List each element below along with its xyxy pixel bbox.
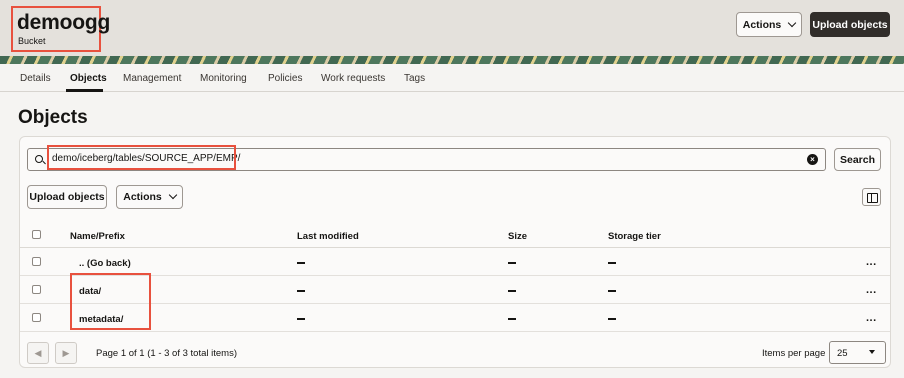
header-actions-button[interactable]: Actions: [736, 12, 802, 37]
more-actions-icon[interactable]: ...: [866, 284, 877, 296]
table-row[interactable]: .. (Go back) ...: [20, 248, 890, 276]
search-value-highlight: [47, 145, 236, 170]
header-upload-label: Upload objects: [812, 18, 888, 31]
chevron-right-icon: ▶: [62, 347, 70, 358]
active-tab-indicator: [66, 89, 103, 92]
header-decorative-band: [0, 56, 904, 64]
caret-down-icon: [869, 350, 875, 354]
chevron-down-icon: [788, 18, 797, 27]
row-last-modified: [297, 290, 305, 292]
upload-objects-label: Upload objects: [29, 191, 105, 203]
column-header-name[interactable]: Name/Prefix: [70, 231, 125, 242]
tab-management[interactable]: Management: [123, 73, 181, 84]
items-per-page-value[interactable]: 25: [837, 348, 848, 359]
select-all-checkbox[interactable]: [32, 230, 41, 239]
more-actions-icon[interactable]: ...: [866, 256, 877, 268]
tab-objects[interactable]: Objects: [70, 73, 107, 84]
chevron-down-icon: [168, 190, 177, 200]
row-last-modified: [297, 318, 305, 320]
row-last-modified: [297, 262, 305, 264]
tab-policies[interactable]: Policies: [268, 73, 302, 84]
row-checkbox[interactable]: [32, 313, 41, 322]
column-header-storage-tier[interactable]: Storage tier: [608, 231, 661, 242]
close-circle-icon[interactable]: ×: [807, 154, 818, 165]
more-actions-icon[interactable]: ...: [866, 312, 877, 324]
row-checkbox[interactable]: [32, 285, 41, 294]
previous-page-button[interactable]: ◀: [27, 342, 49, 364]
row-size: [508, 262, 516, 264]
tab-monitoring[interactable]: Monitoring: [200, 73, 247, 84]
tab-tags[interactable]: Tags: [404, 73, 425, 84]
search-button[interactable]: Search: [834, 148, 881, 171]
pagination-status: Page 1 of 1 (1 - 3 of 3 total items): [96, 348, 237, 359]
chevron-left-icon: ◀: [34, 347, 42, 358]
upload-objects-button[interactable]: Upload objects: [27, 185, 107, 209]
split-panel-icon[interactable]: [862, 188, 881, 206]
row-name-link[interactable]: .. (Go back): [79, 258, 131, 269]
header-upload-objects-button[interactable]: Upload objects: [810, 12, 890, 37]
bucket-name: demoogg: [17, 11, 111, 34]
items-per-page-label: Items per page: [762, 348, 826, 359]
actions-menu-label: Actions: [123, 191, 162, 203]
folder-rows-highlight: [70, 273, 151, 330]
next-page-button[interactable]: ▶: [55, 342, 77, 364]
bucket-type-label: Bucket: [18, 36, 46, 46]
column-header-size[interactable]: Size: [508, 231, 527, 242]
row-size: [508, 318, 516, 320]
row-storage-tier: [608, 318, 616, 320]
header-actions-label: Actions: [742, 18, 782, 31]
row-size: [508, 290, 516, 292]
search-button-label: Search: [839, 153, 876, 166]
table-header: Name/Prefix Last modified Size Storage t…: [20, 222, 890, 248]
row-storage-tier: [608, 290, 616, 292]
actions-menu-button[interactable]: Actions: [116, 185, 183, 209]
page-title: Objects: [18, 107, 88, 128]
search-icon: [35, 155, 43, 163]
tab-details[interactable]: Details: [20, 73, 51, 84]
row-checkbox[interactable]: [32, 257, 41, 266]
tab-work-requests[interactable]: Work requests: [321, 73, 385, 84]
column-header-last-modified[interactable]: Last modified: [297, 231, 359, 242]
row-storage-tier: [608, 262, 616, 264]
